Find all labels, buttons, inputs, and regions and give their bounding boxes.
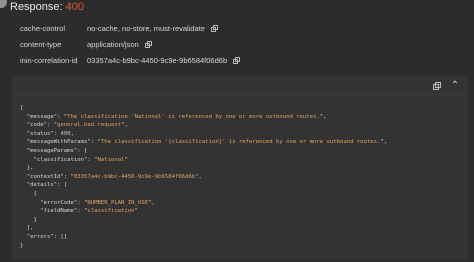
response-label: Response: [10,1,63,13]
panel-toolbar: ⌃ [433,80,460,92]
copy-icon[interactable] [433,82,441,90]
header-value: no-cache, no-store, must-revalidate [87,24,218,33]
status-dot-icon [0,0,7,8]
json-body: { "message": "The classification 'Nation… [20,105,388,249]
status-code: 400 [65,1,85,13]
response-status-line: Response: 400 [10,1,84,13]
chevron-up-icon[interactable]: ⌃ [450,81,460,91]
response-body-panel: ⌃ { "message": "The classification 'Nati… [12,76,468,260]
header-row: content-type application/json [20,37,380,51]
header-row: cache-control no-cache, no-store, must-r… [20,21,380,35]
header-value: application/json [87,40,152,49]
copy-icon[interactable] [144,41,152,48]
response-view: Response: 400 cache-control no-cache, no… [0,0,474,262]
header-row: inin-correlation-id 03357a4c-b9bc-4450-9… [20,53,380,67]
copy-icon[interactable] [210,25,218,32]
header-name: cache-control [20,24,66,33]
copy-icon[interactable] [233,57,241,64]
header-name: content-type [20,40,62,49]
header-value: 03357a4c-b9bc-4450-9c9e-9b6584f06d6b [87,56,241,65]
header-name: inin-correlation-id [20,56,78,65]
json-code-block: { "message": "The classification 'Nation… [15,94,465,255]
response-headers: cache-control no-cache, no-store, must-r… [20,21,380,69]
